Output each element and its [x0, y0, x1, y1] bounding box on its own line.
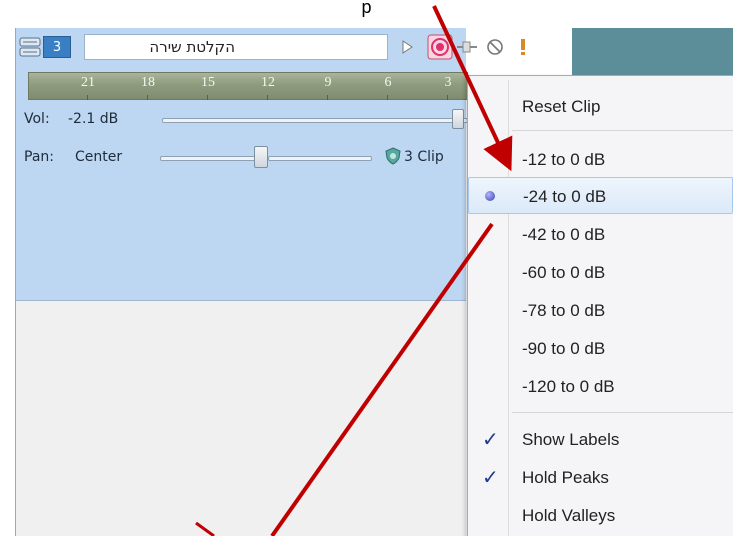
meter-tick-label: 6: [384, 75, 392, 90]
menu-item-range-12[interactable]: -12 to 0 dB: [468, 141, 733, 177]
meter-tick-mark: [387, 95, 388, 100]
menu-item-range-120[interactable]: -120 to 0 dB: [468, 368, 733, 404]
mute-icon[interactable]: [485, 37, 505, 57]
pan-slider-thumb[interactable]: [254, 146, 268, 168]
pan-value: Center: [75, 149, 123, 165]
volume-value: -2.1 dB: [68, 111, 119, 127]
input-monitor-icon[interactable]: [456, 37, 477, 57]
menu-item-hold-peaks[interactable]: ✓ Hold Peaks: [468, 459, 733, 495]
exclamation-icon[interactable]: [513, 37, 533, 57]
volume-label: Vol:: [24, 111, 50, 127]
play-icon[interactable]: [397, 37, 417, 57]
meter-tick-label: 12: [261, 75, 275, 90]
pan-label: Pan:: [24, 149, 54, 165]
meter-tick-mark: [267, 95, 268, 100]
checkmark-icon: ✓: [482, 467, 499, 489]
menu-item-label: -78 to 0 dB: [522, 301, 606, 320]
menu-item-hold-valleys[interactable]: Hold Valleys: [468, 497, 733, 533]
radio-selected-icon: [485, 191, 495, 201]
menu-item-label: -120 to 0 dB: [522, 377, 615, 396]
menu-separator: [512, 130, 733, 131]
meter-tick-mark: [447, 95, 448, 100]
menu-item-label: -42 to 0 dB: [522, 225, 606, 244]
menu-item-range-90[interactable]: -90 to 0 dB: [468, 330, 733, 366]
track-number: 3: [43, 36, 71, 58]
menu-item-range-42[interactable]: -42 to 0 dB: [468, 216, 733, 252]
empty-track-area: [16, 301, 466, 536]
clip-shield-icon: [384, 147, 402, 165]
track-list-icon[interactable]: [19, 36, 41, 58]
menu-separator: [512, 412, 733, 413]
menu-item-label: Reset Clip: [522, 97, 601, 116]
volume-slider[interactable]: [162, 118, 468, 123]
menu-item-range-78[interactable]: -78 to 0 dB: [468, 292, 733, 328]
record-arm-icon[interactable]: [427, 34, 453, 60]
meter-tick-label: 9: [324, 75, 332, 90]
menu-item-label: Show Labels: [522, 430, 620, 449]
meter-tick-mark: [147, 95, 148, 100]
caption-text: p: [361, 0, 372, 17]
track-name-field[interactable]: הקלטת שירה: [84, 34, 388, 60]
pan-slider-right[interactable]: [268, 156, 372, 161]
menu-item-label: -60 to 0 dB: [522, 263, 606, 282]
menu-item-range-24[interactable]: -24 to 0 dB: [468, 177, 733, 214]
clip-count-label: 3 Clip: [404, 149, 444, 165]
meter-tick-label: 15: [201, 75, 215, 90]
meter-tick-label: 3: [444, 75, 452, 90]
meter-tick-label: 18: [141, 75, 155, 90]
checkmark-icon: ✓: [482, 429, 499, 451]
menu-item-label: -12 to 0 dB: [522, 150, 606, 169]
meter-tick-mark: [87, 95, 88, 100]
pan-slider-left[interactable]: [160, 156, 258, 161]
menu-item-label: Hold Valleys: [522, 506, 616, 525]
menu-item-show-labels[interactable]: ✓ Show Labels: [468, 421, 733, 457]
meter-tick-mark: [327, 95, 328, 100]
meter-tick-mark: [207, 95, 208, 100]
menu-item-label: -90 to 0 dB: [522, 339, 606, 358]
menu-item-range-60[interactable]: -60 to 0 dB: [468, 254, 733, 290]
menu-item-reset-clip[interactable]: Reset Clip: [468, 88, 733, 124]
menu-item-label: -24 to 0 dB: [523, 187, 607, 206]
meter-tick-label: 21: [81, 75, 95, 90]
volume-slider-thumb[interactable]: [452, 109, 464, 129]
menu-item-label: Hold Peaks: [522, 468, 609, 487]
